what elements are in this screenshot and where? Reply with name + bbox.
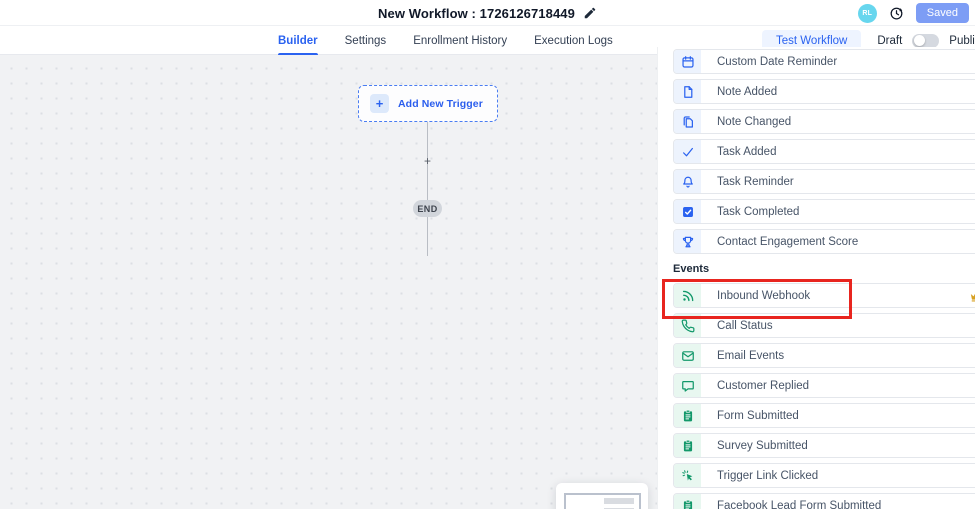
- trigger-item-trigger-link-clicked[interactable]: Trigger Link Clicked: [673, 463, 975, 488]
- rss-icon: [674, 284, 701, 307]
- preview-thumbnail: [564, 493, 641, 509]
- tab-enrollment-history[interactable]: Enrollment History: [413, 26, 507, 55]
- trigger-item-task-completed[interactable]: Task Completed: [673, 199, 975, 224]
- trigger-item-label: Custom Date Reminder: [701, 50, 837, 73]
- topbar-right: RL Saved: [858, 0, 969, 26]
- trigger-item-note-added[interactable]: Note Added: [673, 79, 975, 104]
- tab-settings[interactable]: Settings: [345, 26, 387, 55]
- trigger-item-label: Customer Replied: [701, 374, 809, 397]
- trigger-item-customer-replied[interactable]: Customer Replied: [673, 373, 975, 398]
- trigger-item-label: Inbound Webhook: [701, 284, 810, 307]
- trigger-sidebar: Custom Date Reminder Note Added Note Chang…: [657, 47, 975, 509]
- trigger-item-label: Note Changed: [701, 110, 791, 133]
- trophy-icon: [674, 230, 701, 253]
- trigger-item-label: Task Added: [701, 140, 776, 163]
- form-icon: [674, 404, 701, 427]
- cursor-click-icon: [674, 464, 701, 487]
- trigger-item-contact-engagement-score[interactable]: Contact Engagement Score: [673, 229, 975, 254]
- page-title: New Workflow : 1726126718449: [378, 6, 575, 21]
- clipboard-icon: [674, 494, 701, 509]
- saved-button[interactable]: Saved: [916, 3, 969, 23]
- trigger-item-label: Facebook Lead Form Submitted: [701, 494, 881, 509]
- premium-crown-icon: [969, 289, 975, 303]
- skeleton-bar: [604, 498, 634, 504]
- bell-icon: [674, 170, 701, 193]
- end-node: END: [413, 200, 442, 217]
- trigger-item-label: Contact Engagement Score: [701, 230, 858, 253]
- trigger-item-label: Task Completed: [701, 200, 799, 223]
- trigger-item-call-status[interactable]: Call Status: [673, 313, 975, 338]
- phone-icon: [674, 314, 701, 337]
- plus-icon: +: [370, 94, 389, 113]
- chat-bubble-icon: [674, 374, 701, 397]
- tabs-nav: Builder Settings Enrollment History Executi…: [278, 26, 613, 55]
- trigger-item-label: Task Reminder: [701, 170, 794, 193]
- toggle-knob: [914, 35, 925, 46]
- add-trigger-label: Add New Trigger: [398, 98, 483, 110]
- trigger-item-label: Email Events: [701, 344, 784, 367]
- tab-execution-logs[interactable]: Execution Logs: [534, 26, 613, 55]
- version-history-clock-icon[interactable]: [889, 6, 904, 21]
- trigger-item-email-events[interactable]: Email Events: [673, 343, 975, 368]
- trigger-item-label: Survey Submitted: [701, 434, 808, 457]
- tab-builder[interactable]: Builder: [278, 26, 318, 55]
- topbar: New Workflow : 1726126718449 RL Saved: [0, 0, 975, 26]
- trigger-item-task-reminder[interactable]: Task Reminder: [673, 169, 975, 194]
- trigger-item-facebook-lead-form-submitted[interactable]: Facebook Lead Form Submitted: [673, 493, 975, 509]
- publish-toggle[interactable]: [912, 34, 939, 48]
- survey-icon: [674, 434, 701, 457]
- trigger-item-task-added[interactable]: Task Added: [673, 139, 975, 164]
- connector-plus-icon[interactable]: +: [421, 154, 434, 167]
- trigger-item-custom-date-reminder[interactable]: Custom Date Reminder: [673, 49, 975, 74]
- title-wrap: New Workflow : 1726126718449: [0, 0, 975, 26]
- trigger-item-note-changed[interactable]: Note Changed: [673, 109, 975, 134]
- calendar-icon: [674, 50, 701, 73]
- trigger-item-label: Form Submitted: [701, 404, 799, 427]
- trigger-item-label: Note Added: [701, 80, 777, 103]
- preview-popup: [556, 483, 648, 509]
- add-new-trigger-button[interactable]: + Add New Trigger: [358, 85, 498, 122]
- trigger-item-inbound-webhook[interactable]: Inbound Webhook: [673, 283, 975, 308]
- avatar[interactable]: RL: [858, 4, 877, 23]
- trigger-item-label: Call Status: [701, 314, 773, 337]
- trigger-item-form-submitted[interactable]: Form Submitted: [673, 403, 975, 428]
- note-copy-icon: [674, 110, 701, 133]
- events-section-header: Events: [673, 261, 975, 276]
- workflow-builder-app: New Workflow : 1726126718449 RL Saved Bu…: [0, 0, 975, 509]
- publish-label: Publish: [949, 35, 975, 47]
- checkbox-check-icon: [674, 200, 701, 223]
- edit-title-pencil-icon[interactable]: [583, 6, 597, 20]
- trigger-item-label: Trigger Link Clicked: [701, 464, 818, 487]
- workflow-canvas[interactable]: + Add New Trigger + END: [0, 55, 657, 509]
- note-icon: [674, 80, 701, 103]
- draft-label: Draft: [877, 35, 902, 47]
- check-icon: [674, 140, 701, 163]
- trigger-item-survey-submitted[interactable]: Survey Submitted: [673, 433, 975, 458]
- connector-line: [427, 122, 428, 256]
- envelope-icon: [674, 344, 701, 367]
